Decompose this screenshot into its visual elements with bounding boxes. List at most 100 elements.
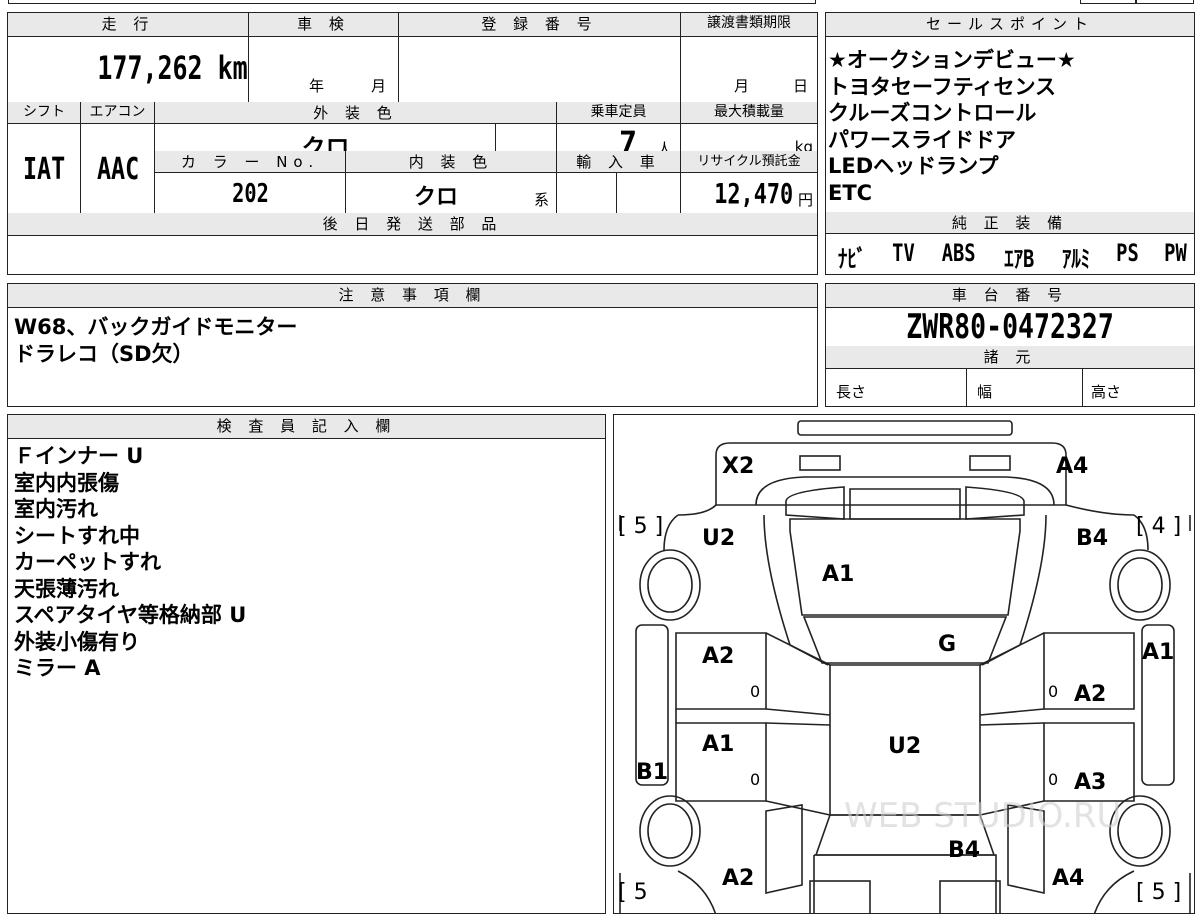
- shift-label: シフト: [8, 102, 80, 124]
- sales-points-title: セールスポイント: [826, 13, 1194, 37]
- transfer-day: 日: [793, 77, 809, 95]
- notes-title: 注 意 事 項 欄: [8, 284, 817, 308]
- car-diagram-panel: X2 A4 [ 5 ] [ 4 ] U2 B4 A1 G A1 A2 A2 A1…: [613, 414, 1195, 914]
- exterior-color-label: 外 装 色: [154, 102, 556, 124]
- registration-label: 登 録 番 号: [398, 13, 680, 37]
- capacity-label: 乗車定員: [556, 102, 680, 124]
- import-cell-a: [556, 173, 616, 213]
- spec-width-cell: 幅: [966, 369, 1082, 406]
- shift-value: IAT: [22, 152, 66, 187]
- ac-cell: AAC: [80, 124, 154, 213]
- transfer-month: 月: [734, 77, 750, 95]
- equipment-title: 純 正 装 備: [826, 212, 1194, 234]
- top-cut-strip-right: [1136, 0, 1194, 4]
- color-no-label: カ ラ ー No.: [154, 151, 345, 173]
- interior-color-value: クロ: [413, 185, 458, 210]
- sales-points-panel: セールスポイント ★オークションデビュー★ トヨタセーフティセンス クルーズコン…: [825, 12, 1195, 275]
- sales-point-item: クルーズコントロール: [828, 101, 1037, 125]
- later-parts-label: 後 日 発 送 部 品: [8, 213, 817, 236]
- ac-value-wrap: AAC: [81, 152, 155, 187]
- transfer-deadline-label: 譲渡書類期限: [680, 13, 817, 37]
- recycle-value-wrap: 12,470: [692, 177, 793, 210]
- inspector-line: 室内汚れ: [14, 497, 98, 521]
- inspection-label: 車 検: [248, 13, 398, 37]
- shift-cell: IAT: [8, 124, 80, 213]
- color-no-cell: 202: [154, 173, 345, 213]
- ac-value: AAC: [96, 152, 140, 187]
- mark-a2-right-front: A2: [1074, 682, 1106, 707]
- mark-g-glass: G: [938, 632, 956, 657]
- recycle-unit: 円: [797, 191, 813, 209]
- mark-b4-right: B4: [1076, 526, 1108, 551]
- mileage-cell: 177,262 km: [8, 37, 248, 102]
- mileage-value-wrap: 177,262 km: [55, 49, 248, 87]
- chassis-panel: 車 台 番 号 ZWR80-0472327 諸 元 長さ 幅 高さ: [825, 283, 1195, 407]
- spec-width-label: 幅: [977, 383, 993, 401]
- equipment-item: ｴｱB: [1004, 245, 1035, 273]
- top-cut-strip: [8, 0, 816, 4]
- inspector-line: 外装小傷有り: [14, 629, 140, 654]
- recycle-label: リサイクル預託金: [680, 151, 817, 173]
- note-line: W68、バックガイドモニター: [14, 315, 298, 339]
- car-diagram: X2 A4 [ 5 ] [ 4 ] U2 B4 A1 G A1 A2 A2 A1…: [618, 420, 1191, 913]
- mark-zero-3: 0: [1048, 682, 1058, 701]
- equipment-item: TV: [892, 239, 915, 267]
- import-label: 輸 入 車: [556, 151, 680, 173]
- sales-points-list: ★オークションデビュー★ トヨタセーフティセンス クルーズコントロール パワース…: [828, 47, 1076, 206]
- inspector-line: スペアタイヤ等格納部 U: [14, 603, 247, 627]
- specs-title: 諸 元: [826, 346, 1194, 369]
- mark-u2-left: U2: [702, 526, 735, 551]
- main-info-table: 走 行 車 検 登 録 番 号 譲渡書類期限 177,262 km 年 月 月 …: [7, 12, 818, 275]
- mark-a4-bottom: A4: [1052, 866, 1084, 891]
- inspection-year: 年: [309, 77, 325, 95]
- watermark: WEB STUDIO.RU: [844, 796, 1121, 836]
- mark-a4-top: A4: [1056, 454, 1088, 479]
- top-cut-strip-mid: [1080, 0, 1136, 4]
- inspector-panel: 検 査 員 記 入 欄 Ｆインナー U 室内内張傷 室内汚れ シートすれ中 カー…: [7, 414, 606, 914]
- equipment-item: ｱﾙﾐ: [1061, 245, 1090, 273]
- inspector-line: 天張薄汚れ: [14, 576, 119, 601]
- mark-b1-left: B1: [636, 760, 668, 785]
- spec-height-cell: 高さ: [1082, 369, 1194, 406]
- sales-point-item: トヨタセーフティセンス: [828, 74, 1057, 99]
- shift-value-wrap: IAT: [8, 152, 80, 187]
- mileage-label: 走 行: [8, 13, 248, 37]
- equipment-item: ﾅﾋﾞ: [837, 245, 867, 273]
- mark-tire-rl: [ 5: [618, 880, 648, 905]
- equipment-item: ABS: [942, 239, 976, 267]
- mileage-value: 177,262: [97, 49, 203, 87]
- recycle-value: 12,470: [714, 177, 793, 210]
- mark-tire-fl: [ 5 ]: [618, 514, 663, 539]
- mark-zero-2: 0: [750, 770, 760, 789]
- spec-length-cell: 長さ: [826, 369, 966, 406]
- mark-b4-rear: B4: [948, 838, 980, 863]
- mark-a2-bottom: A2: [722, 866, 754, 891]
- note-line: ドラレコ（SD欠）: [14, 341, 194, 366]
- inspector-line: ミラー A: [14, 656, 101, 680]
- inspector-line: カーペットすれ: [14, 550, 161, 574]
- import-cell-b: [616, 173, 680, 213]
- spec-length-label: 長さ: [836, 383, 867, 401]
- notes-panel: 注 意 事 項 欄 W68、バックガイドモニター ドラレコ（SD欠）: [7, 283, 818, 407]
- mark-tire-rr: [ 5 ]: [1136, 880, 1181, 905]
- registration-cell: [398, 37, 680, 102]
- spec-height-label: 高さ: [1091, 383, 1122, 401]
- color-no-value: 202: [232, 179, 269, 209]
- sales-point-item: ★オークションデビュー★: [828, 48, 1076, 72]
- sales-point-item: LEDヘッドランプ: [828, 154, 999, 178]
- mark-zero-1: 0: [750, 682, 760, 701]
- ac-label: エアコン: [80, 102, 154, 124]
- mark-a3-right: A3: [1074, 770, 1106, 795]
- mark-tire-fr: [ 4 ]: [1136, 514, 1181, 539]
- inspector-list: Ｆインナー U 室内内張傷 室内汚れ シートすれ中 カーペットすれ 天張薄汚れ …: [14, 443, 246, 682]
- mileage-unit: km: [217, 49, 248, 87]
- mark-a1-hood: A1: [822, 562, 854, 587]
- mark-a2-left-front: A2: [702, 644, 734, 669]
- chassis-number-wrap: ZWR80-0472327: [826, 308, 1194, 346]
- inspector-line: 室内内張傷: [14, 470, 119, 495]
- mark-a1-right: A1: [1142, 640, 1174, 665]
- equipment-list: ﾅﾋﾞ TV ABS ｴｱB ｱﾙﾐ PS PW: [834, 239, 1190, 274]
- color-no-value-wrap: 202: [155, 179, 346, 209]
- mark-u2-roof: U2: [888, 734, 921, 759]
- equipment-item: PS: [1116, 239, 1139, 267]
